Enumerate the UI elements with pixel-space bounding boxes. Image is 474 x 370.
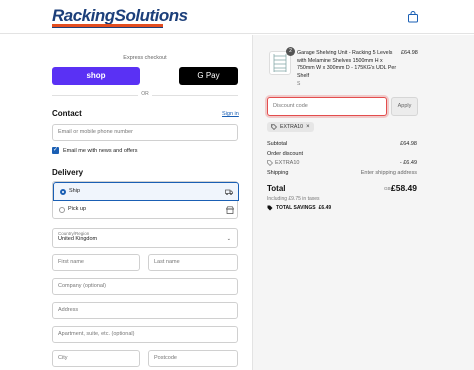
tag-icon [271, 124, 277, 130]
apply-button[interactable]: Apply [391, 97, 418, 116]
country-value: United Kingdom [58, 236, 98, 242]
shipping-label: Shipping [267, 170, 289, 176]
google-pay-button[interactable]: G Pay [179, 67, 238, 85]
total-savings: TOTAL SAVINGS £6.49 [267, 205, 331, 211]
order-discount-code: EXTRA10 [275, 160, 300, 166]
news-checkbox-label: Email me with news and offers [63, 147, 138, 154]
ship-label: Ship [69, 188, 81, 194]
company-field[interactable]: Company (optional) [52, 278, 238, 295]
pickup-label: Pick up [68, 206, 87, 212]
ship-radio[interactable] [60, 189, 66, 195]
pickup-radio[interactable] [59, 207, 65, 213]
news-checkbox-row[interactable]: ✓ Email me with news and offers [52, 147, 138, 154]
country-select[interactable]: Country/Region United Kingdom ⌄ [52, 228, 238, 248]
email-field[interactable]: Email or mobile phone number [52, 124, 238, 141]
savings-label: TOTAL SAVINGS [276, 205, 316, 211]
contact-title: Contact [52, 109, 82, 118]
postcode-field[interactable]: Postcode [148, 350, 238, 367]
last-name-field[interactable]: Last name [148, 254, 238, 271]
delivery-title: Delivery [52, 168, 84, 177]
savings-value: £6.49 [318, 205, 332, 211]
quantity-badge: 2 [286, 47, 295, 56]
express-checkout-label: Express checkout [123, 55, 167, 61]
address-field[interactable]: Address [52, 302, 238, 319]
applied-discount-code: EXTRA10 [280, 124, 304, 130]
header: RackingSolutions [0, 0, 474, 34]
logo-underline-secondary [52, 27, 163, 28]
tag-icon [267, 160, 273, 166]
sign-in-link[interactable]: Sign in [222, 111, 239, 117]
order-discount-label: Order discount [267, 151, 304, 157]
truck-icon [225, 189, 233, 195]
store-icon [226, 206, 234, 214]
order-summary: 2 Garage Shelving Unit - Racking 5 Level… [252, 35, 474, 370]
delivery-option-ship[interactable]: Ship [53, 182, 239, 201]
delivery-option-pickup[interactable]: Pick up [53, 201, 239, 220]
product-price: £64.98 [401, 50, 418, 56]
total-label: Total [267, 184, 286, 193]
logo[interactable]: RackingSolutions [52, 6, 188, 26]
apartment-field[interactable]: Apartment, suite, etc. (optional) [52, 326, 238, 343]
checkout-form: Express checkout shop G Pay OR Contact S… [0, 35, 252, 370]
remove-discount-icon[interactable]: × [306, 122, 310, 132]
subtotal-value: £64.98 [400, 141, 417, 147]
news-checkbox[interactable]: ✓ [52, 147, 59, 154]
first-name-field[interactable]: First name [52, 254, 140, 271]
city-field[interactable]: City [52, 350, 140, 367]
tag-icon [267, 205, 273, 211]
applied-discount-chip: EXTRA10 × [267, 122, 314, 132]
divider-label: OR [138, 91, 152, 97]
order-discount-code-row: EXTRA10 [267, 160, 299, 166]
order-discount-value: - £6.49 [399, 160, 417, 166]
delivery-options: Ship Pick up [52, 181, 239, 220]
shipping-value: Enter shipping address [360, 170, 417, 176]
shopping-bag-icon[interactable] [407, 11, 419, 23]
shelving-image [273, 54, 287, 72]
subtotal-label: Subtotal [267, 141, 288, 147]
discount-code-input[interactable]: Discount code [267, 97, 387, 116]
product-name: Garage Shelving Unit - Racking 5 Levels … [297, 50, 397, 79]
chevron-down-icon: ⌄ [226, 236, 231, 242]
total-value: £58.49 [391, 183, 417, 193]
tax-note: Including £9.75 in taxes [267, 196, 320, 202]
product-variant: S [297, 81, 301, 87]
shop-pay-button[interactable]: shop [52, 67, 140, 85]
